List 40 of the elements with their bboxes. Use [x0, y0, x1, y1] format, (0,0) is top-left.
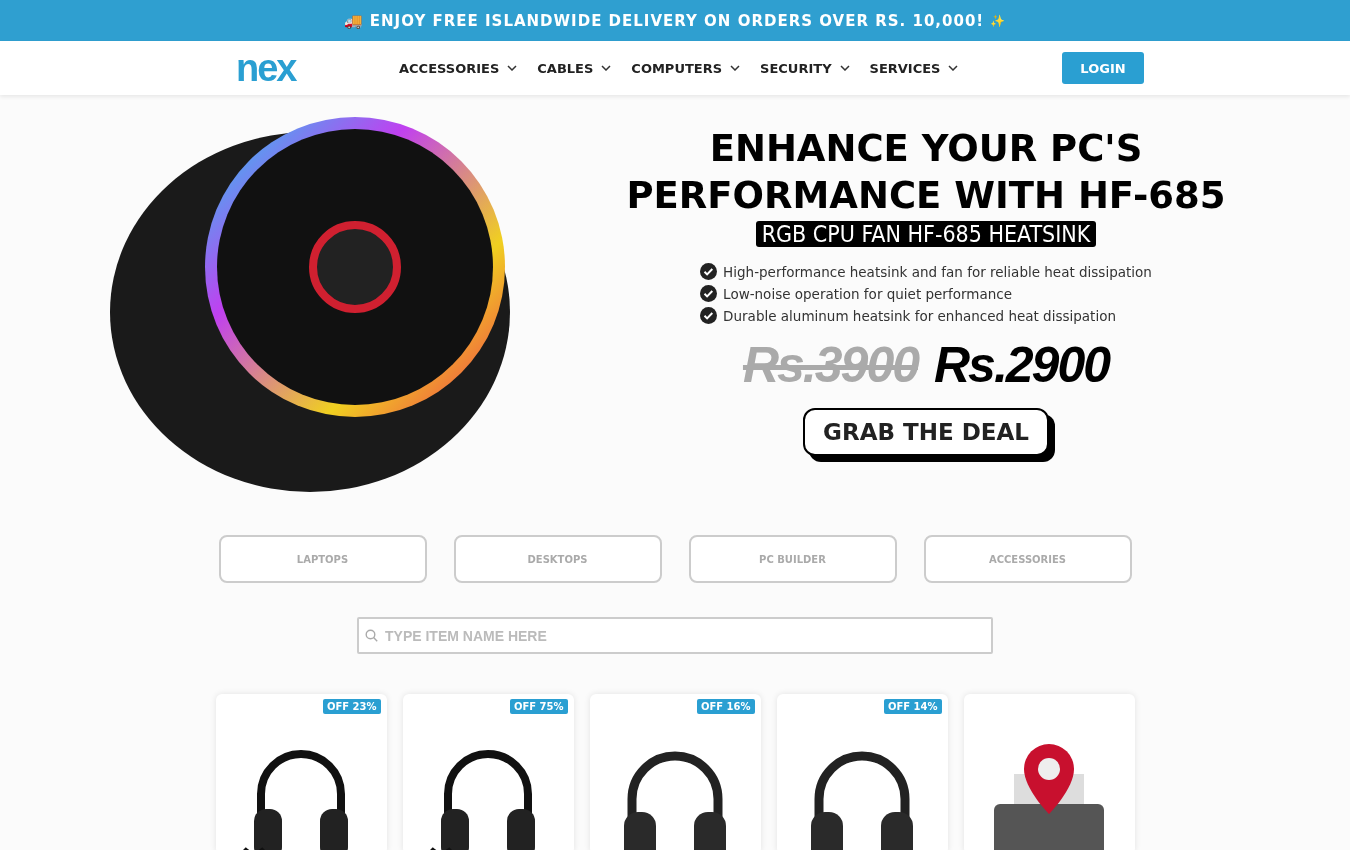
old-price: Rs.3900: [742, 336, 918, 394]
chevron-down-icon: [730, 65, 741, 71]
sale-price: Rs.2900: [934, 336, 1110, 394]
discount-badge: OFF 23%: [322, 699, 381, 714]
search-field[interactable]: TYPE ITEM NAME HERE: [357, 617, 993, 654]
nav-link[interactable]: SERVICES: [869, 60, 959, 76]
category-button[interactable]: PC BUILDER: [688, 535, 897, 583]
check-circle-icon: [700, 285, 718, 302]
chevron-down-icon: [507, 65, 518, 71]
category-button[interactable]: DESKTOPS: [453, 535, 662, 583]
chevron-down-icon: [839, 65, 850, 71]
category-button[interactable]: LAPTOPS: [218, 535, 427, 583]
discount-badge: OFF 14%: [883, 699, 942, 714]
product-card[interactable]: OFF 14%: [776, 694, 948, 850]
truck-icon: 🚚: [343, 11, 364, 30]
search-icon: [365, 629, 378, 642]
product-card[interactable]: OFF 16%: [589, 694, 761, 850]
check-circle-icon: [700, 263, 718, 280]
site-logo[interactable]: nex: [236, 49, 296, 87]
discount-badge: OFF 16%: [696, 699, 755, 714]
nav-link[interactable]: CABLES: [537, 60, 612, 76]
product-card[interactable]: OFF 23%: [215, 694, 387, 850]
discount-badge: OFF 75%: [509, 699, 568, 714]
check-circle-icon: [700, 307, 718, 324]
nav-link[interactable]: SECURITY: [760, 60, 850, 76]
sparkle-icon: ✨: [990, 13, 1007, 28]
feature-text: Low-noise operation for quiet performance: [723, 285, 1012, 302]
login-button[interactable]: LOGIN: [1062, 52, 1144, 84]
promo-text: ENJOY FREE ISLANDWIDE DELIVERY ON ORDERS OVER RS. 10,000!: [369, 11, 985, 30]
hero-subtitle: RGB CPU FAN HF-685 HEATSINK: [755, 221, 1097, 247]
nav-link[interactable]: COMPUTERS: [631, 60, 741, 76]
feature-text: Durable aluminum heatsink for enhanced heat dissipation: [723, 307, 1116, 324]
product-card[interactable]: [963, 694, 1135, 850]
hero-title: ENHANCE YOUR PC'S PERFORMANCE WITH HF-685: [625, 126, 1227, 219]
chevron-down-icon: [601, 65, 612, 71]
category-button[interactable]: ACCESSORIES: [923, 535, 1132, 583]
product-card[interactable]: OFF 75%: [402, 694, 574, 850]
feature-text: High-performance heatsink and fan for reliable heat dissipation: [723, 263, 1152, 280]
nav-link[interactable]: ACCESSORIES: [399, 60, 518, 76]
chevron-down-icon: [948, 65, 959, 71]
